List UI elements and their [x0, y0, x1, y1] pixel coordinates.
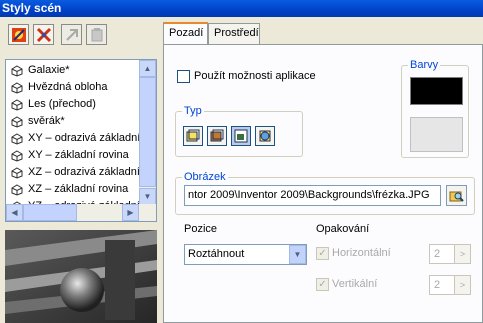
list-item-label: XY – odrazivá základní — [28, 132, 141, 144]
colors-group-label: Barvy — [408, 59, 441, 71]
scene-style-icon — [11, 64, 23, 77]
tab-environment[interactable]: Prostředí — [208, 23, 260, 44]
browse-folder-icon — [449, 191, 464, 202]
browse-image-button[interactable] — [446, 185, 467, 206]
type-group: Typ — [175, 105, 303, 157]
list-item-label: XZ – odrazivá základní — [28, 166, 140, 178]
import-style-icon — [65, 28, 78, 41]
list-item-label: Les (přechod) — [28, 98, 96, 110]
list-item-label: XZ – základní rovina — [28, 183, 129, 195]
image-sphere-icon — [259, 130, 271, 142]
list-item-label: Galaxie* — [28, 64, 70, 76]
chevron-right-icon[interactable]: > — [454, 245, 470, 263]
import-style-button[interactable] — [61, 24, 82, 45]
scene-style-icon — [11, 81, 23, 94]
primary-color-swatch[interactable] — [410, 77, 463, 105]
scene-style-icon — [11, 115, 23, 128]
scroll-thumb[interactable] — [139, 77, 156, 187]
list-item-label: Hvězdná obloha — [28, 81, 108, 93]
hscroll-thumb[interactable] — [23, 204, 77, 221]
list-item[interactable]: Les (přechod) — [11, 96, 139, 113]
list-vertical-scrollbar[interactable]: ▲ ▼ — [139, 60, 156, 205]
vertical-repeat-count[interactable]: 2 > — [429, 275, 471, 295]
list-item-label: svěrák* — [28, 115, 65, 127]
vertical-repeat-value: 2 — [434, 279, 441, 291]
list-item[interactable]: XY – odrazivá základní — [11, 130, 141, 147]
type-gradient-button[interactable] — [207, 126, 227, 146]
scroll-down-button[interactable]: ▼ — [139, 188, 156, 205]
type-group-label: Typ — [182, 105, 204, 117]
scroll-left-button[interactable]: ◀ — [6, 204, 23, 221]
repeat-label: Opakování — [316, 223, 370, 235]
colors-group: Barvy — [401, 59, 469, 158]
tab-background[interactable]: Pozadí — [163, 22, 208, 45]
edit-style-icon — [36, 27, 51, 42]
scene-style-icon — [11, 183, 23, 196]
image-path-field[interactable]: ntor 2009\Inventor 2009\Backgrounds\fréz… — [184, 185, 441, 206]
list-horizontal-scrollbar[interactable]: ◀ ▶ — [6, 204, 156, 221]
secondary-color-swatch[interactable] — [410, 117, 463, 152]
type-solid-color-button[interactable] — [183, 126, 203, 146]
type-image-button[interactable] — [231, 126, 251, 146]
scene-style-list[interactable]: Galaxie* Hvězdná obloha Les (přechod) svěrá… — [5, 59, 157, 222]
scroll-up-button[interactable]: ▲ — [139, 60, 156, 77]
horizontal-repeat-checkbox[interactable]: ✓ — [316, 247, 329, 260]
list-item[interactable]: XZ – odrazivá základní — [11, 164, 140, 181]
image-icon — [234, 129, 248, 143]
window-title: Styly scén — [0, 0, 483, 17]
list-item-label: XY – základní rovina — [28, 149, 129, 161]
list-item[interactable]: svěrák* — [11, 113, 139, 130]
horizontal-repeat-count[interactable]: 2 > — [429, 244, 471, 264]
scene-style-icon — [11, 132, 23, 145]
position-label: Pozice — [184, 223, 218, 235]
edit-style-button[interactable] — [33, 24, 54, 45]
vertical-repeat-label: Vertikální — [332, 278, 378, 290]
list-item[interactable]: XY – základní rovina — [11, 147, 139, 164]
horizontal-repeat-value: 2 — [434, 248, 441, 260]
scene-style-icon — [11, 149, 23, 162]
scene-style-icon — [11, 98, 23, 111]
use-app-options-label: Použít možnosti aplikace — [194, 70, 316, 82]
vertical-repeat-checkbox[interactable]: ✓ — [316, 278, 329, 291]
image-group-label: Obrázek — [182, 171, 228, 183]
solid-color-icon — [186, 129, 200, 142]
scene-style-icon — [11, 166, 23, 179]
list-item[interactable]: Hvězdná obloha — [11, 79, 139, 96]
position-select-value: Roztáhnout — [188, 248, 245, 260]
chevron-right-icon[interactable]: > — [454, 276, 470, 294]
gradient-icon — [210, 129, 224, 142]
new-style-button[interactable] — [8, 24, 29, 45]
horizontal-repeat-label: Horizontální — [332, 247, 391, 259]
delete-style-button[interactable] — [86, 24, 107, 45]
new-style-icon — [11, 27, 26, 42]
scene-preview-image — [5, 230, 157, 323]
scroll-right-button[interactable]: ▶ — [122, 204, 139, 221]
type-image-sphere-button[interactable] — [255, 126, 275, 146]
list-item[interactable]: Galaxie* — [11, 62, 139, 79]
delete-style-icon — [91, 27, 102, 41]
background-tab-panel: Použít možnosti aplikace Typ Barvy Obráz… — [163, 44, 483, 323]
position-select[interactable]: Roztáhnout ▼ — [184, 244, 307, 265]
chevron-down-icon[interactable]: ▼ — [289, 245, 306, 264]
use-app-options-checkbox[interactable] — [177, 70, 190, 83]
list-item[interactable]: XZ – základní rovina — [11, 181, 139, 198]
